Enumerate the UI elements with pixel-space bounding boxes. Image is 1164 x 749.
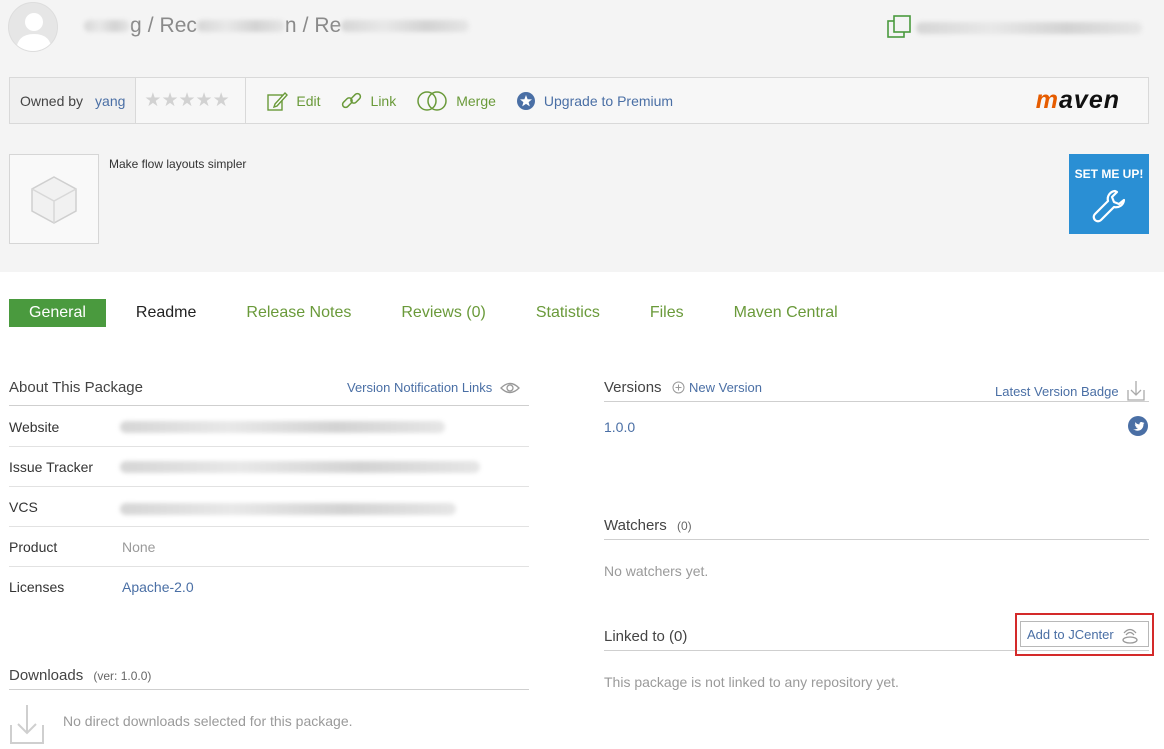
downloads-section-title: Downloads (ver: 1.0.0) xyxy=(9,667,151,684)
breadcrumb-separator: / xyxy=(147,14,154,37)
new-version-button[interactable]: New Version xyxy=(672,380,762,395)
license-link[interactable]: Apache-2.0 xyxy=(122,579,194,595)
divider xyxy=(9,526,529,527)
tab-maven-central[interactable]: Maven Central xyxy=(734,304,838,322)
breadcrumb-repo-tail: n xyxy=(284,14,297,37)
add-to-jcenter-button[interactable]: Add to JCenter xyxy=(1020,621,1149,647)
upgrade-premium-button[interactable]: Upgrade to Premium xyxy=(516,91,673,111)
version-link[interactable]: 1.0.0 xyxy=(604,419,635,435)
breadcrumb-owner-tail[interactable]: g xyxy=(130,14,142,38)
twitter-icon[interactable] xyxy=(1128,416,1148,436)
divider xyxy=(604,539,1149,540)
watchers-count: (0) xyxy=(676,519,692,533)
maven-logo: maven xyxy=(1035,86,1120,114)
redacted-issue-tracker-link[interactable] xyxy=(120,461,480,473)
latest-version-badge-label: Latest Version Badge xyxy=(995,383,1119,399)
wrench-icon xyxy=(1092,189,1126,223)
link-label: Link xyxy=(370,92,397,109)
tab-readme[interactable]: Readme xyxy=(136,304,196,322)
rating-stars[interactable]: ★ ★ ★ ★ ★ xyxy=(136,78,247,123)
product-value: None xyxy=(122,539,156,555)
divider xyxy=(9,446,529,447)
package-toolbar: Owned by yang ★ ★ ★ ★ ★ Edit Link Merge … xyxy=(9,77,1149,124)
versions-section-title: Versions xyxy=(604,379,662,396)
divider xyxy=(9,689,529,690)
star-icon[interactable]: ★ xyxy=(179,89,196,112)
vcs-label: VCS xyxy=(9,499,38,515)
add-to-jcenter-label: Add to JCenter xyxy=(1027,626,1114,642)
website-label: Website xyxy=(9,419,60,435)
redacted-package-name xyxy=(341,20,470,32)
watchers-empty-message: No watchers yet. xyxy=(604,563,709,579)
downloads-title: Downloads xyxy=(9,667,84,684)
set-me-up-button[interactable]: SET ME UP! xyxy=(1069,154,1149,234)
divider xyxy=(9,486,529,487)
linked-section-title: Linked to (0) xyxy=(604,628,688,645)
tab-general[interactable]: General xyxy=(9,299,106,327)
redacted-package-url xyxy=(916,22,1142,34)
breadcrumb-repo[interactable]: Rec xyxy=(160,14,197,38)
owner-link[interactable]: yang xyxy=(95,93,125,109)
latest-version-badge-link[interactable]: Latest Version Badge xyxy=(995,380,1146,402)
star-icon[interactable]: ★ xyxy=(213,89,230,112)
star-icon[interactable]: ★ xyxy=(161,89,178,112)
owned-by: Owned by yang xyxy=(10,78,137,123)
eye-icon xyxy=(500,382,521,393)
package-box-icon xyxy=(31,176,77,224)
linked-empty-message: This package is not linked to any reposi… xyxy=(604,674,899,690)
breadcrumb-separator: / xyxy=(302,14,309,37)
package-header: g / Rec n / Re Owned by yang ★ ★ ★ ★ ★ E… xyxy=(0,0,1164,272)
watchers-title: Watchers xyxy=(604,517,667,534)
issue-tracker-label: Issue Tracker xyxy=(9,459,94,475)
breadcrumb: g / Rec n / Re xyxy=(84,14,470,38)
new-version-label: New Version xyxy=(689,380,762,395)
star-icon[interactable]: ★ xyxy=(196,89,213,112)
licenses-label: Licenses xyxy=(9,579,65,595)
product-label: Product xyxy=(9,539,58,555)
tab-statistics[interactable]: Statistics xyxy=(536,304,600,322)
downloads-empty-message: No direct downloads selected for this pa… xyxy=(63,713,353,729)
upgrade-label: Upgrade to Premium xyxy=(543,92,674,109)
redacted-repo-name xyxy=(196,20,285,32)
redacted-vcs-link[interactable] xyxy=(120,503,456,515)
package-tabs: General Readme Release Notes Reviews (0)… xyxy=(9,298,888,328)
package-description: Make flow layouts simpler xyxy=(109,157,247,171)
link-button[interactable]: Link xyxy=(341,90,397,112)
breadcrumb-package[interactable]: Re xyxy=(314,14,341,38)
jcenter-icon xyxy=(1122,628,1138,644)
version-notification-label: Version Notification Links xyxy=(347,380,493,395)
owned-by-label: Owned by xyxy=(20,92,84,109)
tab-reviews[interactable]: Reviews (0) xyxy=(401,304,485,322)
premium-star-icon xyxy=(516,91,535,110)
merge-label: Merge xyxy=(456,92,496,109)
link-icon xyxy=(341,92,361,108)
user-silhouette-icon xyxy=(9,3,57,51)
redacted-owner-name xyxy=(84,20,130,32)
downloads-version-note: (ver: 1.0.0) xyxy=(93,669,152,683)
watchers-section-title: Watchers (0) xyxy=(604,517,692,534)
divider xyxy=(9,566,529,567)
edit-icon xyxy=(267,91,289,111)
version-notification-links[interactable]: Version Notification Links xyxy=(347,380,521,395)
merge-icon xyxy=(417,90,447,111)
about-section-title: About This Package xyxy=(9,379,143,396)
divider xyxy=(604,401,1149,402)
edit-button[interactable]: Edit xyxy=(266,90,321,112)
download-badge-icon xyxy=(1126,381,1145,401)
merge-button[interactable]: Merge xyxy=(416,90,496,112)
tab-release-notes[interactable]: Release Notes xyxy=(246,304,351,322)
divider xyxy=(9,405,529,406)
edit-label: Edit xyxy=(296,92,321,109)
download-icon xyxy=(10,705,44,744)
tab-files[interactable]: Files xyxy=(650,304,684,322)
copy-icon[interactable] xyxy=(887,15,911,39)
set-me-up-label: SET ME UP! xyxy=(1074,167,1144,181)
package-image xyxy=(9,154,99,244)
avatar[interactable] xyxy=(8,2,58,52)
plus-circle-icon xyxy=(672,381,685,394)
redacted-website-link[interactable] xyxy=(120,421,445,433)
star-icon[interactable]: ★ xyxy=(144,89,161,112)
